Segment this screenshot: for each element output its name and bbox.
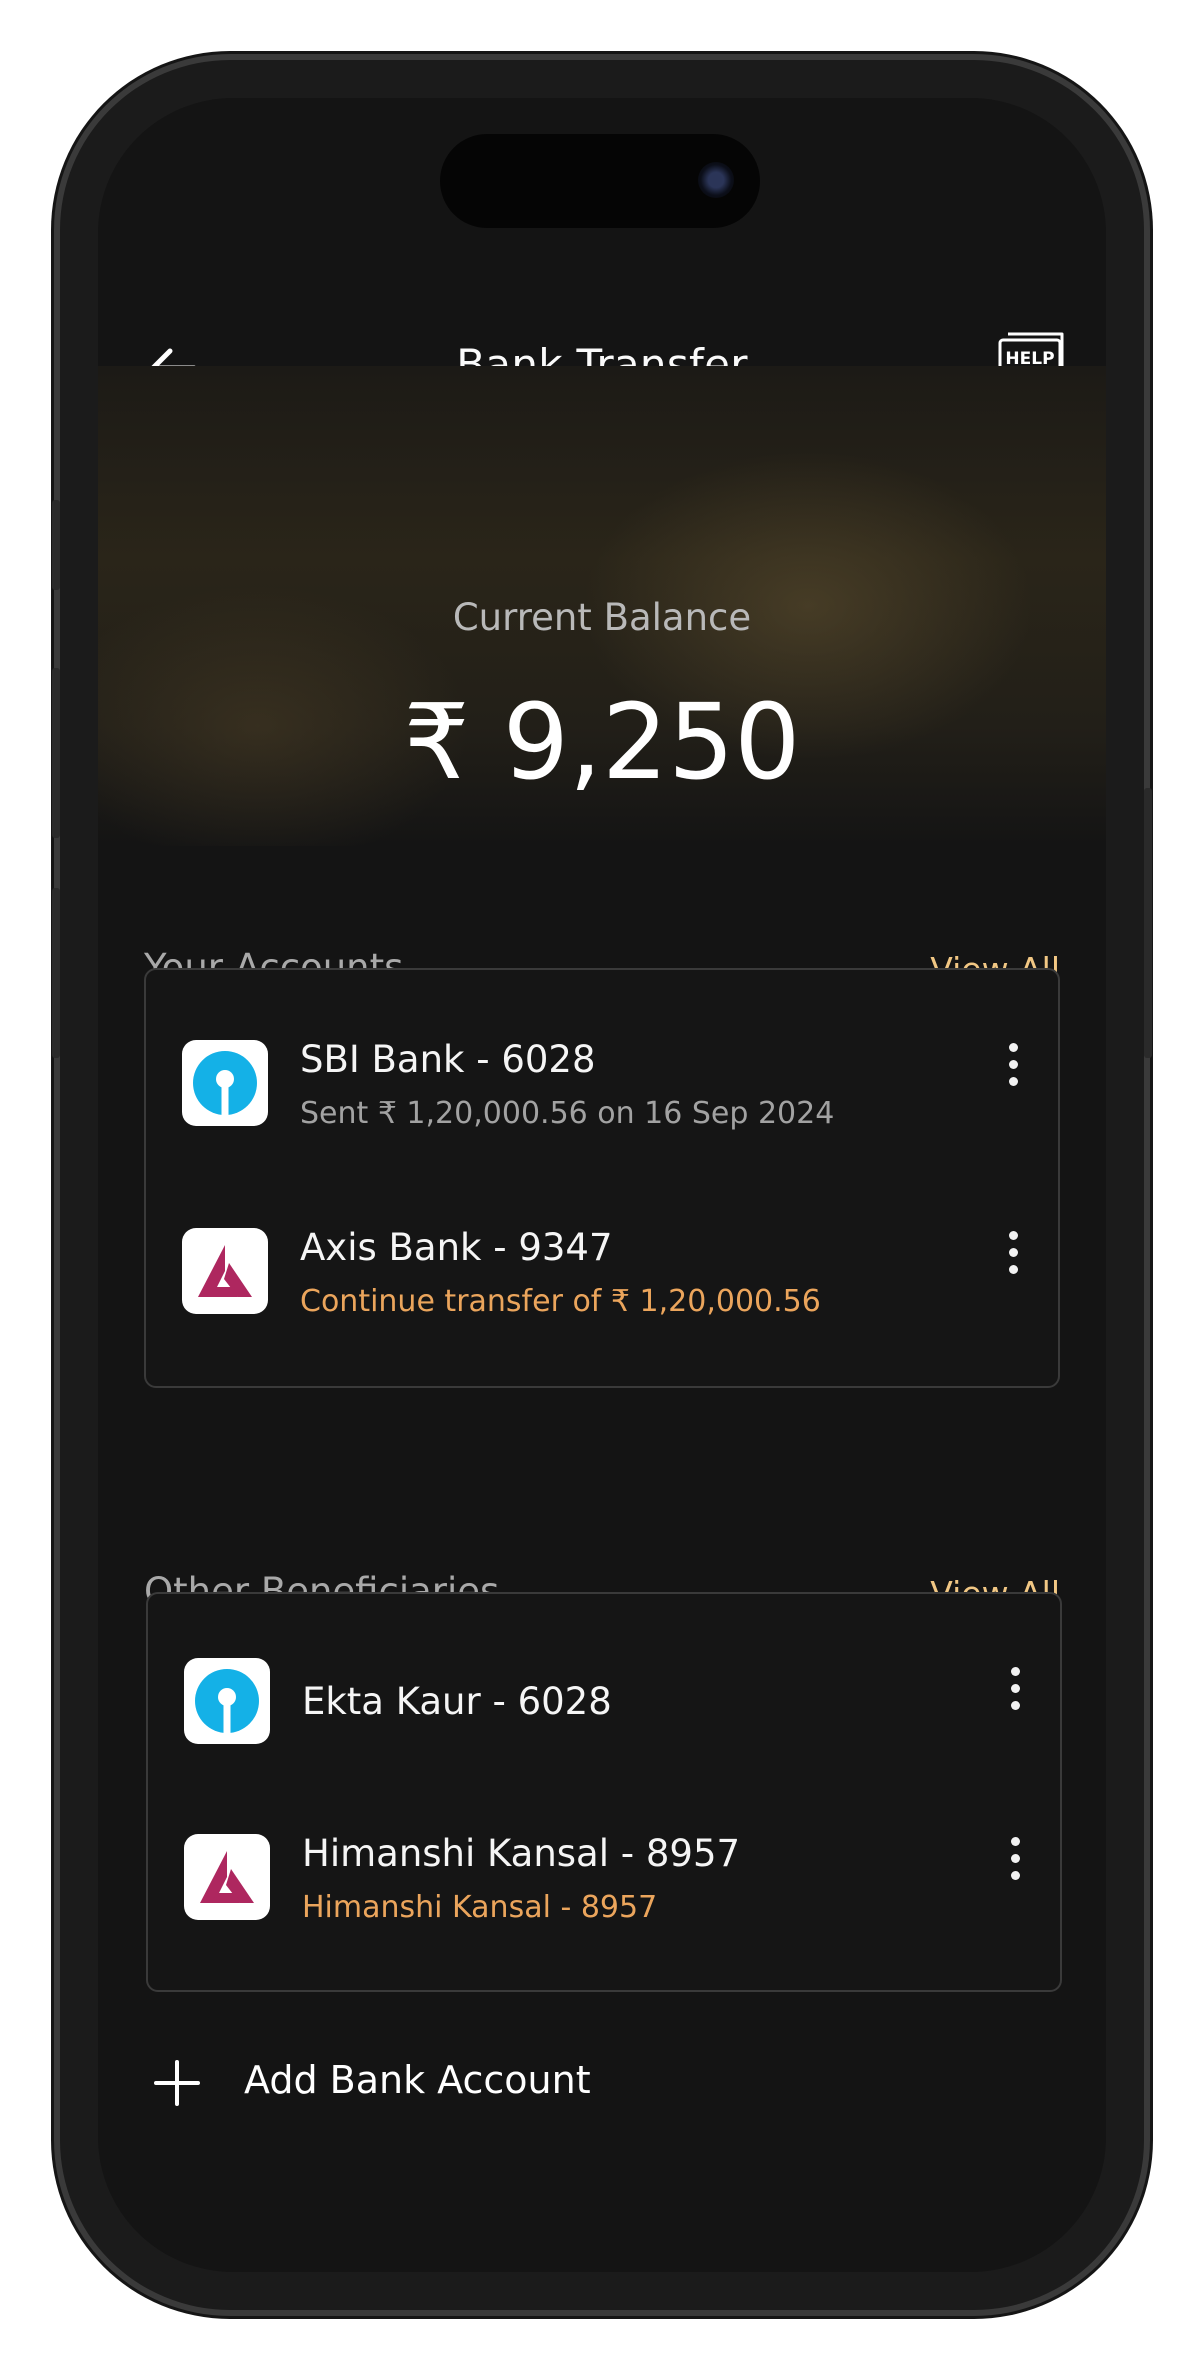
kebab-dot [1008,1042,1018,1052]
camera-icon [698,162,734,198]
kebab-dot [1010,1700,1020,1710]
kebab-dot [1008,1264,1018,1274]
kebab-dot [1010,1836,1020,1846]
app-screen: Bank Transfer HELP Current Balance ₹ 9,2… [98,98,1106,2272]
beneficiary-name: Ekta Kaur - 6028 [302,1680,612,1723]
beneficiary-name: Himanshi Kansal - 8957 [302,1832,741,1875]
account-row-axis[interactable]: Axis Bank - 9347 Continue transfer of ₹ … [182,1226,1038,1338]
add-bank-account-label: Add Bank Account [244,2058,591,2102]
beneficiaries-card: Ekta Kaur - 6028 Himanshi Kansal - 8957 … [146,1592,1062,1992]
balance-panel: Current Balance ₹ 9,250 [98,366,1106,846]
axis-logo [182,1228,268,1314]
more-options-button[interactable] [990,1828,1040,1888]
account-detail: Sent ₹ 1,20,000.56 on 16 Sep 2024 [300,1096,835,1131]
power-button [1144,788,1152,1058]
kebab-dot [1010,1683,1020,1693]
kebab-dot [1010,1853,1020,1863]
beneficiary-row-himanshi[interactable]: Himanshi Kansal - 8957 Himanshi Kansal -… [184,1832,1040,1944]
your-accounts-card: SBI Bank - 6028 Sent ₹ 1,20,000.56 on 16… [144,968,1060,1388]
continue-transfer-link[interactable]: Continue transfer of ₹ 1,20,000.56 [300,1284,821,1319]
axis-logo-icon [198,1245,252,1297]
kebab-dot [1008,1230,1018,1240]
kebab-dot [1008,1247,1018,1257]
action-button [52,500,60,590]
add-bank-account-button[interactable]: Add Bank Account [152,2048,652,2128]
axis-logo [184,1834,270,1920]
sbi-logo-icon [195,1669,259,1734]
kebab-dot [1010,1870,1020,1880]
account-name: SBI Bank - 6028 [300,1038,596,1081]
volume-up-button [52,668,60,838]
beneficiary-detail: Himanshi Kansal - 8957 [302,1890,658,1925]
plus-icon [154,2060,200,2106]
more-options-button[interactable] [988,1222,1038,1282]
kebab-dot [1010,1666,1020,1676]
beneficiary-row-ekta[interactable]: Ekta Kaur - 6028 [184,1658,1040,1768]
kebab-dot [1008,1076,1018,1086]
axis-logo-icon [200,1851,254,1903]
account-name: Axis Bank - 9347 [300,1226,613,1269]
sbi-logo-icon [193,1051,257,1116]
more-options-button[interactable] [988,1034,1038,1094]
more-options-button[interactable] [990,1658,1040,1718]
volume-down-button [52,888,60,1058]
balance-amount: ₹ 9,250 [403,681,801,803]
sbi-logo [184,1658,270,1744]
sbi-logo [182,1040,268,1126]
kebab-dot [1008,1059,1018,1069]
account-row-sbi[interactable]: SBI Bank - 6028 Sent ₹ 1,20,000.56 on 16… [182,1038,1038,1150]
balance-label: Current Balance [452,596,752,639]
dynamic-island [440,134,760,228]
